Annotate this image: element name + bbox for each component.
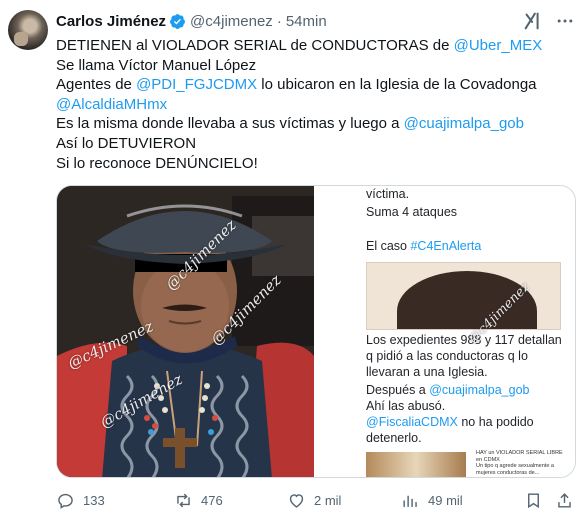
reply-count: 133 [83,492,105,508]
like-icon [289,493,304,508]
tweet-line: Si lo reconoce DENÚNCIELO! [56,154,258,172]
repost-button[interactable]: 476 [174,490,223,510]
tweet-actions: 133 476 2 mil 49 mil [56,490,576,510]
screenshot-church-thumbnail [366,452,466,477]
like-count: 2 mil [314,492,342,508]
bookmark-icon [528,492,539,508]
screenshot-text: Los expedientes 988 y 117 detallan [366,333,562,347]
tweet-text: DETIENEN al VIOLADOR SERIAL de CONDUCTOR… [56,36,576,173]
tweet-line: Se llama Víctor Manuel López [56,56,257,74]
screenshot-text: detenerlo. [366,431,422,445]
tweet-header: Carlos Jiménez @c4jimenez · 54min [56,11,327,31]
mention-link[interactable]: @PDI_FGJCDMX [136,76,257,93]
screenshot-mini-card: HAY un VIOLADOR SERIAL LIBRE en CDMX Un … [476,450,563,476]
suspect-photo-illustration [57,186,314,477]
verified-badge-icon [170,13,185,29]
bookmark-button[interactable] [524,490,551,510]
tweet-line: @AlcaldiaMHmx [56,95,576,115]
author-name[interactable]: Carlos Jiménez [56,13,166,30]
tweet-line: Agentes de @PDI_FGJCDMX lo ubicaron en l… [56,76,537,94]
tweet-line: Es la misma donde llevaba a sus víctimas… [56,115,524,133]
repost-count: 476 [201,492,223,508]
more-icon[interactable] [553,9,577,33]
reply-icon [58,493,73,509]
views-button[interactable]: 49 mil [401,490,463,510]
screenshot-text: llevaran a una Iglesia. [366,365,488,379]
mention-link[interactable]: @Uber_MEX [454,37,543,54]
news-screenshot[interactable]: víctima. Suma 4 ataques El caso #C4EnAle… [316,186,575,477]
views-count: 49 mil [428,492,463,508]
suspect-photo[interactable]: @c4jimenez @c4jimenez @c4jimenez @c4jime… [57,186,314,477]
grok-icon[interactable] [522,10,544,32]
screenshot-text: Después a @cuajimalpa_gob [366,383,530,397]
views-icon [403,495,417,507]
mention-link[interactable]: @cuajimalpa_gob [404,115,524,132]
author-handle[interactable]: @c4jimenez [190,13,273,30]
tweet-card[interactable]: Carlos Jiménez @c4jimenez · 54min DETIEN… [0,0,587,518]
screenshot-text: víctima. [366,187,410,201]
mention-link[interactable]: @AlcaldiaMHmx [56,96,167,113]
tweet-media-grid[interactable]: @c4jimenez @c4jimenez @c4jimenez @c4jime… [56,185,576,478]
share-icon [558,492,571,508]
reply-button[interactable]: 133 [56,490,105,510]
screenshot-text: Suma 4 ataques [366,205,458,219]
tweet-line: DETIENEN al VIOLADOR SERIAL de CONDUCTOR… [56,37,543,54]
screenshot-text: El caso #C4EnAlerta [366,239,482,253]
author-avatar[interactable] [8,10,48,50]
separator-dot: · [276,12,282,30]
screenshot-text: @FiscaliaCDMX no ha podido [366,415,534,429]
repost-icon [177,493,190,507]
screenshot-text: Ahí las abusó. [366,399,446,413]
tweet-line: Así lo DETUVIERON [56,134,197,152]
share-button[interactable] [555,490,582,510]
screenshot-embedded-photo [366,262,561,330]
like-button[interactable]: 2 mil [287,490,341,510]
tweet-timestamp[interactable]: 54min [286,13,327,30]
screenshot-text: q pidió a las conductoras q lo [366,349,528,363]
